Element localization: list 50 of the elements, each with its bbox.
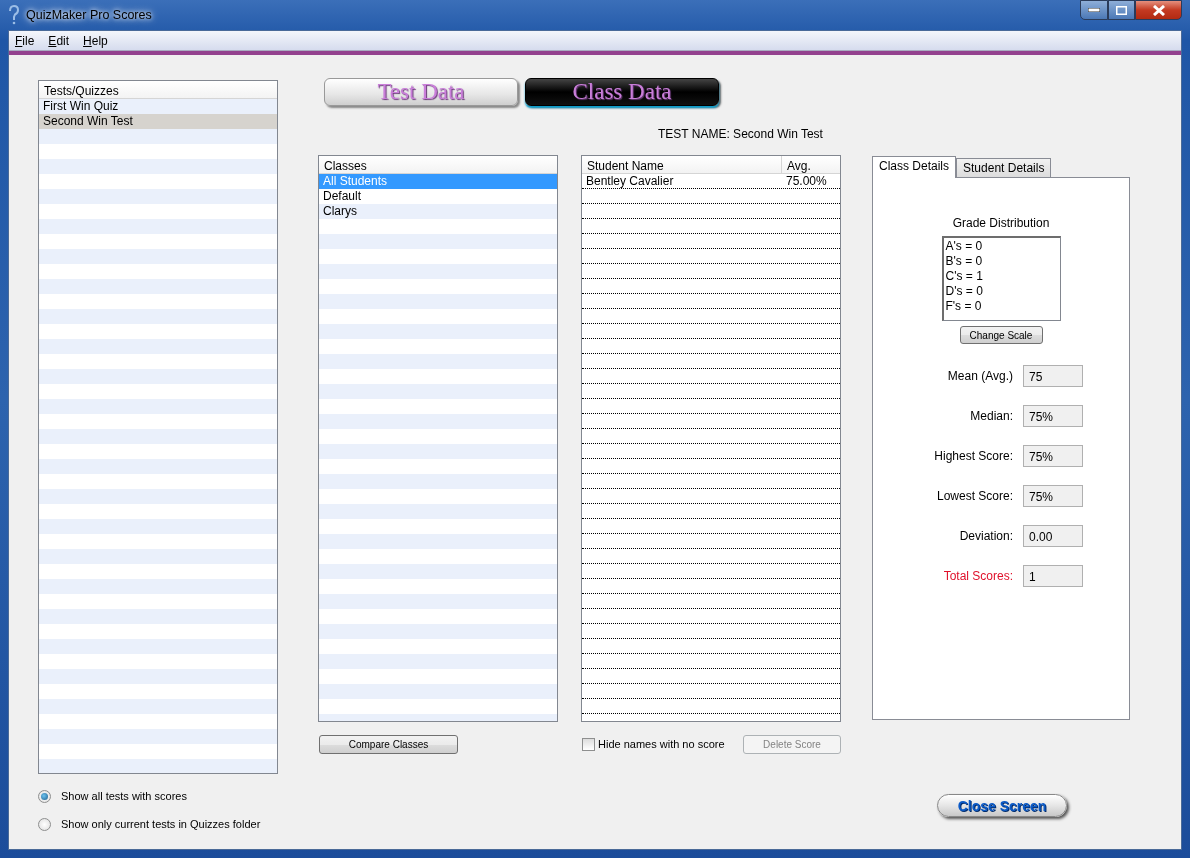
- maximize-icon: [1116, 5, 1127, 15]
- list-item: B's = 0: [945, 254, 984, 269]
- table-cell-text: Bentley Cavalier: [585, 174, 675, 188]
- stat-label: Mean (Avg.): [946, 368, 1013, 385]
- radio-button[interactable]: [38, 817, 51, 831]
- list-item[interactable]: Default: [319, 189, 557, 204]
- stat-field: 75%: [1023, 405, 1083, 427]
- menu-item[interactable]: Edit: [48, 31, 70, 50]
- stat-label: Total Scores:: [942, 568, 1013, 585]
- view-button[interactable]: Class Data: [525, 78, 719, 106]
- column-header[interactable]: Avg.: [782, 156, 816, 173]
- minimize-button[interactable]: [1080, 0, 1108, 20]
- stat-field: 75: [1023, 365, 1083, 387]
- compare-classes-button[interactable]: Compare Classes: [319, 734, 458, 754]
- tab[interactable]: Class Details: [872, 156, 957, 178]
- list-item: A's = 0: [945, 239, 984, 254]
- minimize-icon: [1088, 8, 1100, 12]
- radio-button[interactable]: [38, 789, 51, 803]
- radio-label: Show all tests with scores: [61, 788, 187, 804]
- list-item: D's = 0: [945, 284, 984, 299]
- test-name-label: TEST NAME: Second Win Test: [657, 126, 824, 141]
- window-title: QuizMaker Pro Scores: [26, 6, 152, 24]
- list-item: C's = 1: [945, 269, 984, 284]
- stat-label: Deviation:: [958, 528, 1013, 545]
- close-screen-button[interactable]: Close Screen: [937, 794, 1067, 817]
- close-button[interactable]: [1135, 0, 1182, 20]
- grade-distribution-title: Grade Distribution: [952, 215, 1050, 232]
- stat-label: Median:: [969, 408, 1013, 425]
- stat-field: 75%: [1023, 485, 1083, 507]
- stat-field: 75%: [1023, 445, 1083, 467]
- stat-label: Highest Score:: [933, 448, 1013, 465]
- checkbox[interactable]: [582, 737, 595, 751]
- help-icon: [8, 5, 20, 25]
- list-item: F's = 0: [945, 299, 983, 314]
- column-header[interactable]: Student Name: [582, 156, 782, 173]
- stat-field: 1: [1023, 565, 1083, 587]
- list-item[interactable]: Clarys: [319, 204, 557, 219]
- radio-label: Show only current tests in Quizzes folder: [61, 816, 261, 832]
- checkbox-label: Hide names with no score: [598, 736, 725, 752]
- menu-item[interactable]: Help: [83, 31, 108, 50]
- stat-field: 0.00: [1023, 525, 1083, 547]
- table-cell-text: 75.00%: [785, 174, 828, 188]
- list-item[interactable]: Second Win Test: [39, 114, 277, 129]
- menu-item[interactable]: File: [15, 31, 35, 50]
- close-icon: [1151, 4, 1166, 16]
- tab[interactable]: Student Details: [956, 158, 1052, 177]
- stat-label: Lowest Score:: [935, 488, 1013, 505]
- maximize-button[interactable]: [1108, 0, 1135, 20]
- list-item[interactable]: First Win Quiz: [39, 99, 277, 114]
- change-scale-button[interactable]: Change Scale: [959, 326, 1043, 344]
